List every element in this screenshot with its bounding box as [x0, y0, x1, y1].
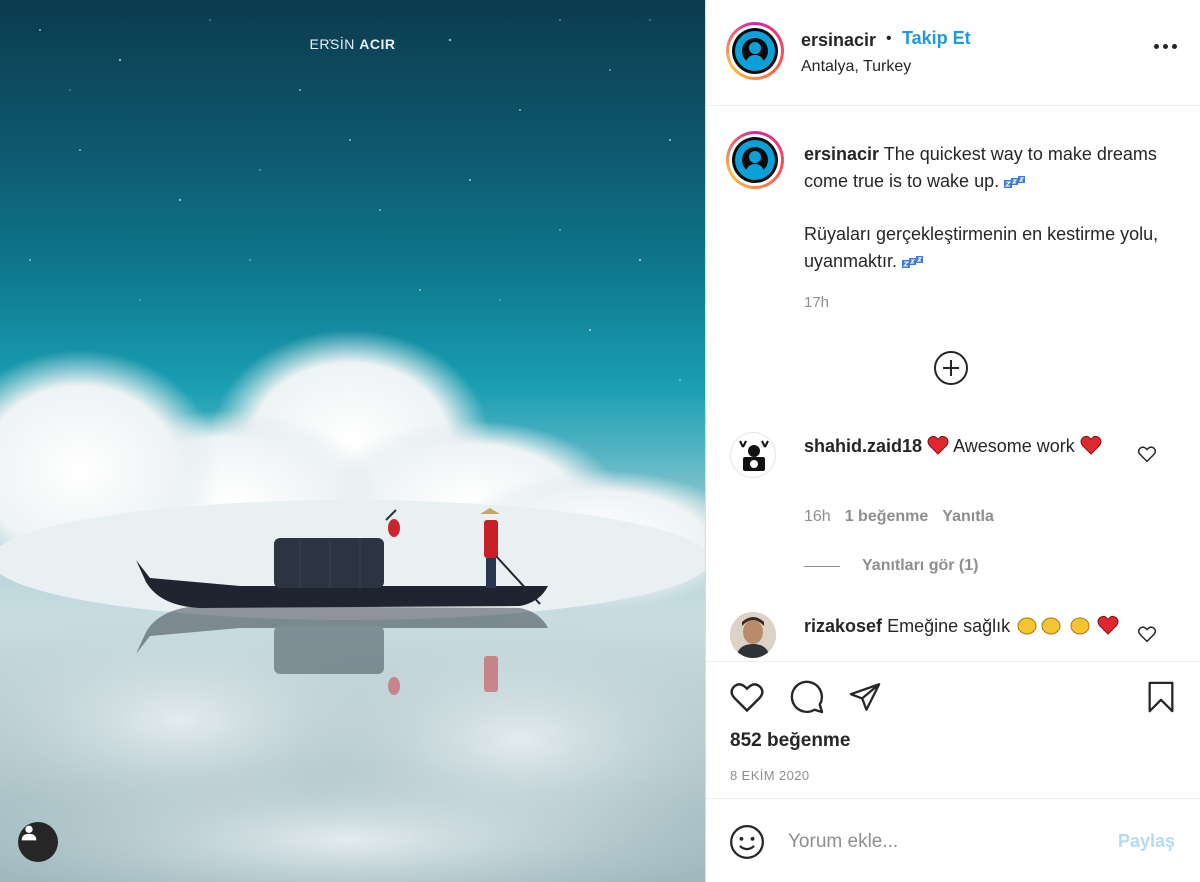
post-location[interactable]: Antalya, Turkey	[801, 58, 911, 76]
post-comment-button[interactable]: Paylaş	[1118, 831, 1175, 852]
comment-time[interactable]: 16h	[804, 508, 831, 526]
bookmark-icon	[1148, 681, 1174, 713]
more-options-button[interactable]	[1150, 38, 1180, 54]
post-header: ersinacir • Takip Et Antalya, Turkey	[706, 0, 1200, 106]
comment-composer: Paylaş	[706, 798, 1200, 882]
comment-username[interactable]: rizakosef	[804, 616, 882, 636]
save-button[interactable]	[1142, 678, 1180, 716]
comment-text: Emeğine sağlık	[887, 616, 1011, 636]
comment-username[interactable]: shahid.zaid18	[804, 436, 922, 456]
zzz-emoji-icon	[1004, 176, 1026, 189]
more-dot-icon	[1171, 43, 1177, 49]
comment-button[interactable]	[788, 678, 826, 716]
heart-icon	[730, 683, 764, 713]
commenter-avatar[interactable]	[730, 612, 776, 658]
emoji-icon[interactable]	[728, 823, 766, 861]
replies-divider	[804, 565, 840, 567]
caption-text-tr: Rüyaları gerçekleştirmenin en kestirme y…	[804, 224, 1159, 271]
view-replies-label: Yanıtları gör (1)	[862, 557, 979, 574]
comments-list[interactable]: ersinacir The quickest way to make dream…	[706, 107, 1200, 660]
post-sidebar: ersinacir • Takip Et Antalya, Turkey ers…	[705, 0, 1200, 882]
header-separator: •	[886, 30, 892, 47]
more-dot-icon	[1162, 43, 1168, 49]
clapping-hands-emoji-icon	[1041, 617, 1061, 635]
post-caption: ersinacir The quickest way to make dream…	[804, 141, 1174, 275]
reply-button[interactable]: Yanıtla	[942, 508, 994, 526]
red-heart-emoji-icon	[927, 435, 949, 455]
share-button[interactable]	[846, 678, 884, 716]
plus-icon	[943, 360, 959, 376]
post-actions: 852 beğenme 8 EKİM 2020	[706, 661, 1200, 797]
photo-watermark: ERSİN ACIR	[309, 36, 396, 52]
caption-username[interactable]: ersinacir	[804, 144, 879, 164]
clapping-hands-emoji-icon	[1017, 617, 1037, 635]
author-avatar[interactable]	[726, 22, 784, 80]
red-heart-emoji-icon	[1097, 615, 1119, 635]
author-username[interactable]: ersinacir	[801, 30, 876, 51]
load-more-comments-button[interactable]	[934, 351, 968, 385]
comment-likes-count[interactable]: 1 beğenme	[845, 508, 929, 526]
camera-avatar-image	[739, 440, 769, 471]
likes-count[interactable]: 852 beğenme	[730, 730, 850, 752]
red-heart-emoji-icon	[1080, 435, 1102, 455]
zzz-emoji-icon	[902, 256, 924, 269]
paper-plane-icon	[849, 683, 881, 711]
caption-timestamp[interactable]: 17h	[804, 294, 829, 311]
avatar-image	[735, 31, 775, 71]
comment-meta: 16h 1 beğenme Yanıtla	[804, 508, 994, 526]
tagged-people-button[interactable]	[18, 822, 58, 862]
clapping-hands-emoji-icon	[1070, 617, 1090, 635]
comment-body: shahid.zaid18 Awesome work	[804, 433, 1124, 460]
commenter-avatar[interactable]	[730, 432, 776, 478]
follow-button[interactable]: Takip Et	[902, 28, 971, 49]
comment-input[interactable]	[788, 825, 1098, 859]
comment-bubble-icon	[790, 680, 824, 714]
comment-like-heart-icon[interactable]	[1137, 625, 1157, 643]
comment-text: Awesome work	[953, 436, 1075, 456]
comment-like-heart-icon[interactable]	[1137, 445, 1157, 463]
person-avatar-image	[730, 612, 776, 658]
post-image-art	[0, 19, 705, 882]
more-dot-icon	[1153, 43, 1159, 49]
post-image[interactable]: ERSİN ACIR	[0, 0, 705, 882]
like-button[interactable]	[728, 678, 766, 716]
post-date[interactable]: 8 EKİM 2020	[730, 768, 810, 783]
avatar-image	[735, 140, 775, 180]
user-icon	[21, 825, 37, 841]
caption-author-avatar[interactable]	[726, 131, 784, 189]
view-replies-button[interactable]: Yanıtları gör (1)	[804, 557, 978, 575]
comment-body: rizakosef Emeğine sağlık	[804, 613, 1124, 640]
